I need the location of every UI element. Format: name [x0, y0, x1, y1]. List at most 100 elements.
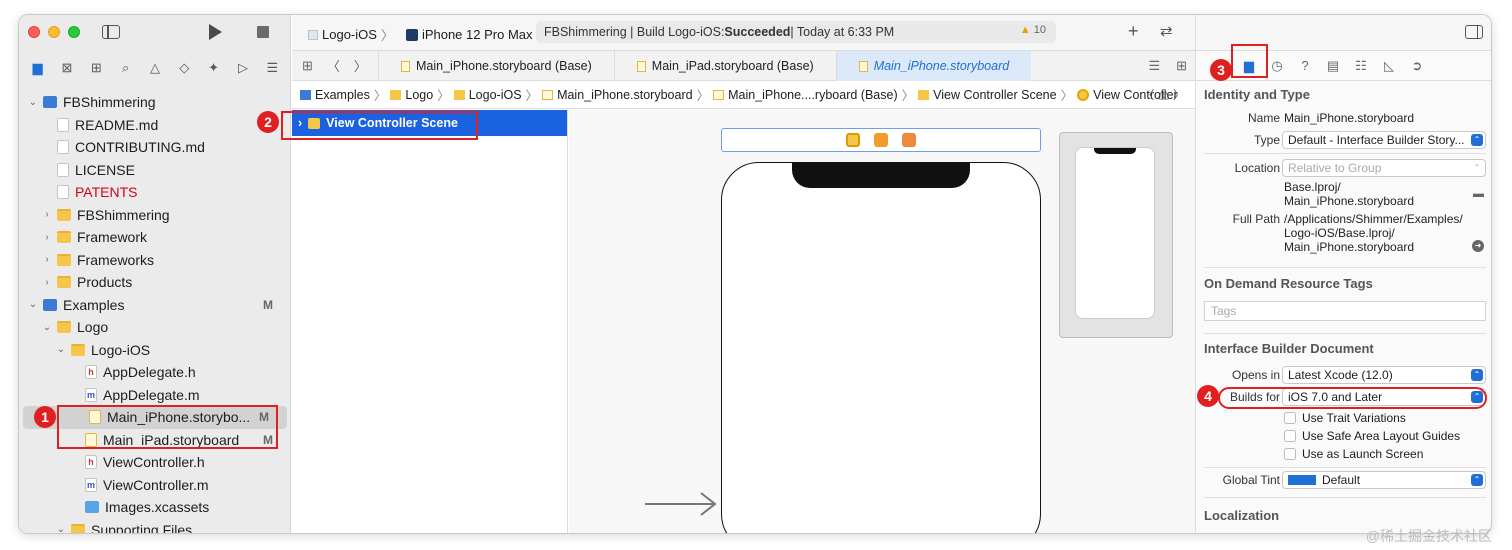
tab-main-iphone-base[interactable]: Main_iPhone.storyboard (Base)	[378, 51, 614, 81]
global-tint-popup[interactable]: Default ⌃	[1282, 471, 1486, 489]
folder-icon[interactable]: ▆	[29, 60, 47, 76]
type-popup[interactable]: Default - Interface Builder Story... ⌃	[1282, 131, 1486, 149]
play-icon[interactable]	[209, 24, 222, 40]
add-editor-icon[interactable]: ⊞	[1176, 58, 1187, 74]
scheme-selector[interactable]: Logo-iOS 〉 iPhone 12 Pro Max	[308, 25, 533, 44]
storyboard-canvas[interactable]	[569, 110, 1195, 533]
use-safe-area-checkbox[interactable]: Use Safe Area Layout Guides	[1284, 429, 1460, 443]
view-controller-icon	[1077, 88, 1090, 101]
use-as-launch-screen-checkbox[interactable]: Use as Launch Screen	[1284, 447, 1423, 461]
breadcrumb-examples[interactable]: Examples	[300, 88, 370, 102]
chevron-right-icon[interactable]: ›	[41, 232, 53, 243]
navigator-item[interactable]: › FBShimmering	[19, 204, 291, 227]
connections-inspector-icon[interactable]: ➲	[1408, 58, 1426, 74]
symbol-icon[interactable]: ⊞	[87, 60, 105, 76]
view-controller-icon[interactable]	[846, 133, 860, 147]
breadcrumb-storyboard[interactable]: Main_iPhone.storyboard	[542, 88, 693, 102]
divider	[1204, 497, 1486, 498]
breakpoint-icon[interactable]: ▷	[234, 60, 252, 76]
editor-options-icon[interactable]: ☰	[1148, 58, 1160, 74]
breadcrumb-label: View Controller Scene	[933, 87, 1057, 102]
size-inspector-icon[interactable]: ◺	[1380, 58, 1398, 74]
navigator-item[interactable]: h AppDelegate.h	[19, 361, 291, 384]
issue-icon[interactable]: △	[146, 60, 164, 76]
location-path: Base.lproj/ Main_iPhone.storyboard ▬	[1196, 180, 1491, 210]
close-window-button[interactable]	[28, 26, 40, 38]
reveal-arrow-icon[interactable]: ➜	[1472, 240, 1484, 252]
history-inspector-icon[interactable]: ◷	[1268, 58, 1286, 74]
tab-main-iphone[interactable]: Main_iPhone.storyboard	[835, 51, 1032, 81]
navigator-item[interactable]: ⌄ Examples M	[19, 294, 291, 317]
chevron-down-icon[interactable]: ⌄	[41, 322, 53, 333]
folder-icon[interactable]: ▬	[1473, 188, 1484, 200]
folder-icon	[57, 276, 71, 289]
chevron-down-icon[interactable]: ⌄	[55, 344, 67, 355]
folder-icon	[57, 231, 71, 244]
navigator-item[interactable]: LICENSE	[19, 159, 291, 182]
project-navigator: ▆ ⊠ ⊞ ⌕ △ ◇ ✦ ▷ ☰ ⌄ FBShimmering README.md…	[19, 15, 291, 533]
navigator-item[interactable]: ⌄ FBShimmering	[19, 91, 291, 114]
breadcrumb-scene[interactable]: View Controller Scene	[918, 87, 1057, 102]
navigator-item[interactable]: m AppDelegate.m	[19, 384, 291, 407]
chevron-right-icon[interactable]: ›	[41, 209, 53, 220]
stop-icon[interactable]	[257, 26, 269, 38]
navigator-item[interactable]: Images.xcassets	[19, 496, 291, 519]
navigator-item[interactable]: PATENTS	[19, 181, 291, 204]
tags-field[interactable]: Tags	[1204, 301, 1486, 321]
chevron-down-icon[interactable]: ⌄	[27, 299, 39, 310]
chevron-right-icon[interactable]: ›	[41, 277, 53, 288]
attributes-inspector-icon[interactable]: ☷	[1352, 58, 1370, 74]
swap-icon[interactable]: ⇄	[1160, 22, 1173, 40]
identity-inspector-icon[interactable]: ▤	[1324, 58, 1342, 74]
help-inspector-icon[interactable]: ?	[1296, 58, 1314, 73]
location-popup[interactable]: Relative to Group ⌃	[1282, 159, 1486, 177]
navigator-item[interactable]: › Frameworks	[19, 249, 291, 272]
back-icon[interactable]: 〈	[327, 56, 340, 75]
report-icon[interactable]: ☰	[263, 60, 281, 76]
checkbox[interactable]	[1284, 412, 1296, 424]
breadcrumb-logo-ios[interactable]: Logo-iOS	[453, 88, 522, 102]
localization-section-title: Localization	[1204, 508, 1280, 523]
first-responder-icon[interactable]	[874, 133, 888, 147]
navigator-item[interactable]: › Products	[19, 271, 291, 294]
breadcrumb-storyboard-base[interactable]: Main_iPhone....ryboard (Base)	[713, 88, 898, 102]
storyboard-icon	[542, 89, 554, 100]
navigator-item[interactable]: ⌄ Supporting Files	[19, 519, 291, 533]
minimize-window-button[interactable]	[48, 26, 60, 38]
breadcrumb-logo[interactable]: Logo	[390, 88, 433, 102]
chevron-down-icon[interactable]: ⌄	[27, 97, 39, 108]
search-icon[interactable]: ⌕	[117, 60, 135, 76]
chevron-down-icon[interactable]: ⌄	[55, 524, 67, 533]
navigator-item-label: LICENSE	[75, 161, 135, 178]
debug-icon[interactable]: ✦	[205, 60, 223, 76]
navigator-item-label: AppDelegate.m	[103, 386, 200, 403]
navigator-item[interactable]: h ViewController.h	[19, 451, 291, 474]
navigator-item[interactable]: ⌄ Logo-iOS	[19, 339, 291, 362]
navigator-item[interactable]: m ViewController.m	[19, 474, 291, 497]
navigator-item[interactable]: CONTRIBUTING.md	[19, 136, 291, 159]
h-icon: h	[85, 455, 97, 470]
forward-icon[interactable]: 〉	[354, 56, 367, 75]
navigator-item[interactable]: › Framework	[19, 226, 291, 249]
checkbox[interactable]	[1284, 430, 1296, 442]
iphone-scene-frame[interactable]	[721, 162, 1041, 533]
sidebar-toggle-icon[interactable]	[102, 25, 120, 39]
source-control-icon[interactable]: ⊠	[58, 60, 76, 76]
exit-icon[interactable]	[902, 133, 916, 147]
use-trait-variations-checkbox[interactable]: Use Trait Variations	[1284, 411, 1406, 425]
opens-in-popup[interactable]: Latest Xcode (12.0) ⌃	[1282, 366, 1486, 384]
canvas-minimap[interactable]	[1059, 132, 1173, 338]
zoom-window-button[interactable]	[68, 26, 80, 38]
inspector-toggle-icon[interactable]	[1465, 25, 1483, 39]
checkbox[interactable]	[1284, 448, 1296, 460]
navigator-item[interactable]: ⌄ Logo	[19, 316, 291, 339]
tab-main-ipad-base[interactable]: Main_iPad.storyboard (Base)	[613, 51, 836, 81]
chevron-right-icon[interactable]: ›	[41, 254, 53, 265]
plus-icon[interactable]: +	[1128, 21, 1139, 42]
grid-icon[interactable]: ⊞	[302, 58, 313, 74]
divider	[1204, 467, 1486, 468]
navigator-item[interactable]: README.md	[19, 114, 291, 137]
issue-navigation-arrows[interactable]: 〈 ⚠ 〉	[1142, 86, 1185, 103]
warnings-badge[interactable]: ▲ 10	[1020, 24, 1046, 36]
test-icon[interactable]: ◇	[175, 60, 193, 76]
